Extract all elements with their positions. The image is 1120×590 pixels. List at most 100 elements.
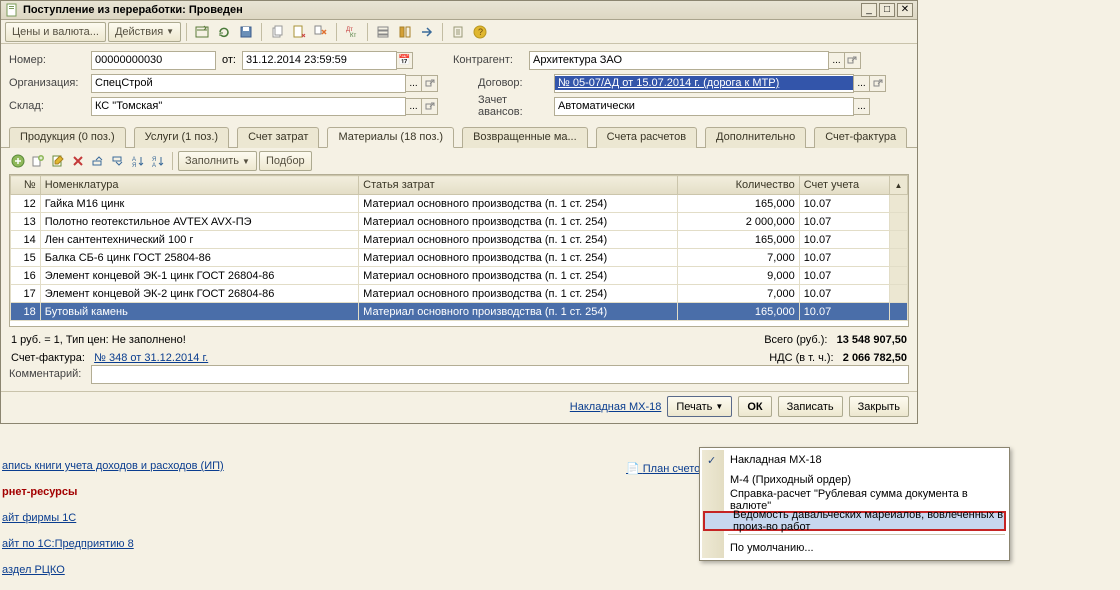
tab-7[interactable]: Счет-фактура bbox=[814, 127, 907, 148]
ok-button[interactable]: ОК bbox=[738, 396, 771, 417]
link-1c-ent[interactable]: айт по 1С:Предприятию 8 bbox=[2, 538, 134, 550]
fill-button[interactable]: Заполнить▼ bbox=[178, 151, 257, 171]
org-field[interactable] bbox=[91, 74, 406, 93]
tab-2[interactable]: Счет затрат bbox=[237, 127, 319, 148]
refresh-icon[interactable] bbox=[214, 22, 234, 42]
close-button[interactable]: Закрыть bbox=[849, 396, 909, 417]
copy-row-icon[interactable] bbox=[29, 152, 47, 170]
window-title: Поступление из переработки: Проведен bbox=[23, 4, 861, 16]
col-number[interactable]: № bbox=[11, 176, 41, 195]
invoice-link[interactable]: № 348 от 31.12.2014 г. bbox=[94, 352, 208, 364]
doc-icon bbox=[5, 3, 19, 17]
main-toolbar: Цены и валюта... Действия▼ ДтКт ? bbox=[1, 20, 917, 44]
menu-m4[interactable]: М-4 (Приходный ордер) bbox=[702, 470, 1007, 490]
table-row[interactable]: 17Элемент концевой ЭК-2 цинк ГОСТ 26804-… bbox=[11, 285, 908, 303]
link-income-book[interactable]: апись книги учета доходов и расходов (ИП… bbox=[2, 460, 224, 472]
col-quantity[interactable]: Количество bbox=[677, 176, 799, 195]
date-picker-button[interactable]: 📅 bbox=[396, 52, 413, 69]
post-icon[interactable] bbox=[192, 22, 212, 42]
menu-currency-report[interactable]: Справка-расчет "Рублевая сумма документа… bbox=[702, 490, 1007, 510]
number-label: Номер: bbox=[9, 54, 91, 66]
total-value: 13 548 907,50 bbox=[837, 334, 907, 346]
go-icon[interactable] bbox=[417, 22, 437, 42]
section-internet: рнет-ресурсы bbox=[2, 486, 224, 498]
svg-text:A: A bbox=[152, 163, 156, 168]
document-window: Поступление из переработки: Проведен _ □… bbox=[0, 0, 918, 424]
structure-icon[interactable] bbox=[373, 22, 393, 42]
table-row[interactable]: 15Балка СБ-6 цинк ГОСТ 25804-86Материал … bbox=[11, 249, 908, 267]
move-up-icon[interactable] bbox=[89, 152, 107, 170]
print-menu: ✓Накладная МХ-18 М-4 (Приходный ордер) С… bbox=[699, 447, 1010, 561]
form-icon[interactable] bbox=[395, 22, 415, 42]
col-cost-item[interactable]: Статья затрат bbox=[359, 176, 677, 195]
materials-table-frame: № Номенклатура Статья затрат Количество … bbox=[9, 174, 909, 327]
contractor-label: Контрагент: bbox=[453, 54, 529, 66]
basis-icon[interactable] bbox=[311, 22, 331, 42]
move-down-icon[interactable] bbox=[109, 152, 127, 170]
number-field[interactable] bbox=[91, 51, 216, 70]
maximize-button[interactable]: □ bbox=[879, 3, 895, 17]
delete-row-icon[interactable] bbox=[69, 152, 87, 170]
warehouse-field[interactable] bbox=[91, 97, 406, 116]
sort-asc-icon[interactable]: AЯ bbox=[129, 152, 147, 170]
org-open-button[interactable] bbox=[421, 75, 438, 92]
link-1c-site[interactable]: айт фирмы 1С bbox=[2, 512, 76, 524]
tab-6[interactable]: Дополнительно bbox=[705, 127, 806, 148]
tab-4[interactable]: Возвращенные ма... bbox=[462, 127, 588, 148]
minimize-button[interactable]: _ bbox=[861, 3, 877, 17]
settings-icon[interactable] bbox=[448, 22, 468, 42]
edit-row-icon[interactable] bbox=[49, 152, 67, 170]
contract-select-button[interactable]: ... bbox=[853, 75, 870, 92]
tab-1[interactable]: Услуги (1 поз.) bbox=[134, 127, 229, 148]
prices-currency-button[interactable]: Цены и валюта... bbox=[5, 22, 106, 42]
contract-open-button[interactable] bbox=[869, 75, 886, 92]
mx18-link[interactable]: Накладная МХ-18 bbox=[570, 401, 662, 413]
contract-field[interactable]: № 05-07/АД от 15.07.2014 г. (дорога к МТ… bbox=[554, 74, 854, 93]
vat-label: НДС (в т. ч.): bbox=[769, 352, 833, 364]
menu-materials-report[interactable]: Ведомость давальческих мареиалов, вовлеч… bbox=[703, 511, 1006, 531]
from-label: от: bbox=[222, 54, 236, 66]
advance-label: Зачет авансов: bbox=[478, 94, 554, 118]
form-header: Номер: от: 📅 Контрагент: ... Организация… bbox=[1, 44, 917, 123]
menu-separator bbox=[728, 534, 1005, 535]
invoice-label: Счет-фактура: bbox=[11, 352, 85, 364]
print-button[interactable]: Печать▼ bbox=[667, 396, 732, 417]
table-row[interactable]: 16Элемент концевой ЭК-1 цинк ГОСТ 26804-… bbox=[11, 267, 908, 285]
contractor-field[interactable] bbox=[529, 51, 829, 70]
total-label: Всего (руб.): bbox=[764, 334, 827, 346]
post-doc-icon[interactable] bbox=[289, 22, 309, 42]
tab-5[interactable]: Счета расчетов bbox=[596, 127, 697, 148]
sort-desc-icon[interactable]: ЯA bbox=[149, 152, 167, 170]
scroll-up-button[interactable]: ▲ bbox=[889, 176, 907, 195]
advance-field[interactable] bbox=[554, 97, 854, 116]
link-rcko[interactable]: аздел РЦКО bbox=[2, 564, 65, 576]
dt-kt-icon[interactable]: ДтКт bbox=[342, 22, 362, 42]
table-row[interactable]: 13Полотно геотекстильное AVTEX AVX-ПЭМат… bbox=[11, 213, 908, 231]
close-window-button[interactable]: ✕ bbox=[897, 3, 913, 17]
table-row[interactable]: 12Гайка М16 цинкМатериал основного произ… bbox=[11, 195, 908, 213]
help-icon[interactable]: ? bbox=[470, 22, 490, 42]
tab-3[interactable]: Материалы (18 поз.) bbox=[327, 127, 454, 148]
pick-button[interactable]: Подбор bbox=[259, 151, 312, 171]
menu-mx18[interactable]: ✓Накладная МХ-18 bbox=[702, 450, 1007, 470]
warehouse-open-button[interactable] bbox=[421, 98, 438, 115]
col-account[interactable]: Счет учета bbox=[799, 176, 889, 195]
warehouse-select-button[interactable]: ... bbox=[405, 98, 422, 115]
actions-button[interactable]: Действия▼ bbox=[108, 22, 181, 42]
copy-icon[interactable] bbox=[267, 22, 287, 42]
table-row[interactable]: 18Бутовый каменьМатериал основного произ… bbox=[11, 303, 908, 321]
table-row[interactable]: 14Лен сантентехнический 100 гМатериал ос… bbox=[11, 231, 908, 249]
date-field[interactable] bbox=[242, 51, 397, 70]
add-row-icon[interactable] bbox=[9, 152, 27, 170]
menu-default[interactable]: По умолчанию... bbox=[702, 538, 1007, 558]
org-select-button[interactable]: ... bbox=[405, 75, 422, 92]
save-button[interactable]: Записать bbox=[778, 396, 843, 417]
col-nomenclature[interactable]: Номенклатура bbox=[40, 176, 358, 195]
contractor-select-button[interactable]: ... bbox=[828, 52, 845, 69]
advance-select-button[interactable]: ... bbox=[853, 98, 870, 115]
save-icon[interactable] bbox=[236, 22, 256, 42]
contract-label: Договор: bbox=[478, 77, 554, 89]
contractor-open-button[interactable] bbox=[844, 52, 861, 69]
tab-0[interactable]: Продукция (0 поз.) bbox=[9, 127, 126, 148]
comment-field[interactable] bbox=[91, 365, 909, 384]
